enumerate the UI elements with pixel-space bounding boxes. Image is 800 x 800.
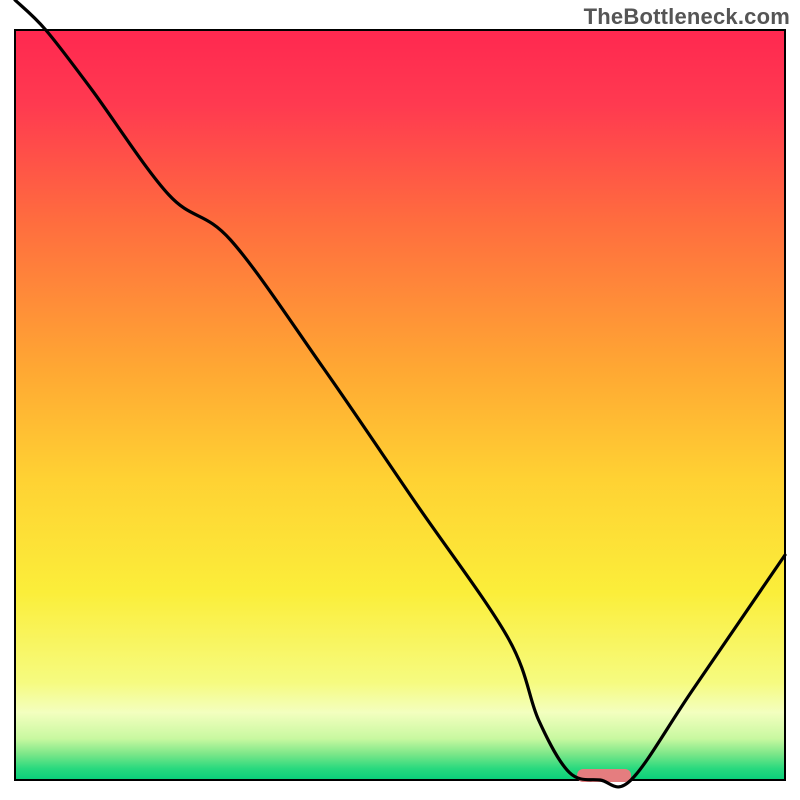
chart-container: TheBottleneck.com <box>0 0 800 800</box>
bottleneck-chart <box>0 0 800 800</box>
